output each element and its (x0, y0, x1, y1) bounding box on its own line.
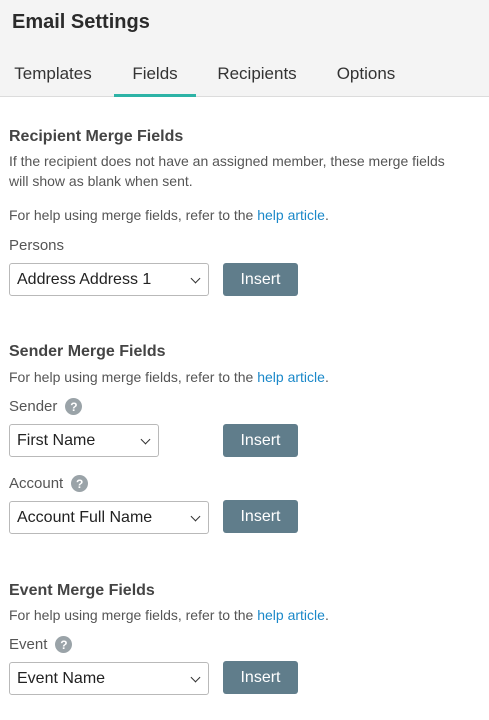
sender-section-title: Sender Merge Fields (9, 343, 166, 360)
persons-insert-button[interactable]: Insert (223, 263, 298, 296)
recipient-description: If the recipient does not have an assign… (9, 151, 479, 191)
account-label-text: Account (9, 475, 64, 492)
help-article-link[interactable]: help article (257, 369, 325, 385)
help-suffix: . (324, 369, 329, 385)
persons-label: Persons (9, 237, 64, 254)
sender-help-text: For help using merge fields, refer to th… (9, 367, 479, 387)
recipient-help-text: For help using merge fields, refer to th… (9, 205, 479, 225)
help-icon[interactable]: ? (55, 636, 73, 653)
chevron-down-icon (140, 434, 151, 445)
tab-recipients[interactable]: Recipients (210, 60, 304, 97)
sender-select-value: First Name (17, 432, 96, 449)
account-select-value: Account Full Name (17, 509, 153, 526)
event-label-text: Event (9, 636, 48, 653)
account-select[interactable]: Account Full Name (9, 501, 209, 534)
sender-label-text: Sender (9, 398, 58, 415)
help-prefix: For help using merge fields, refer to th… (9, 369, 258, 385)
tab-options[interactable]: Options (324, 60, 408, 97)
sender-label: Sender ? (9, 398, 83, 415)
event-help-text: For help using merge fields, refer to th… (9, 605, 479, 625)
account-label: Account ? (9, 475, 89, 492)
sender-select[interactable]: First Name (9, 424, 159, 457)
sender-insert-button[interactable]: Insert (223, 424, 298, 457)
event-select-value: Event Name (17, 670, 106, 687)
recipient-desc-line-1: If the recipient does not have an assign… (9, 153, 445, 169)
chevron-down-icon (190, 672, 201, 683)
chevron-down-icon (190, 511, 201, 522)
tab-fields[interactable]: Fields (114, 60, 196, 97)
help-article-link[interactable]: help article (257, 607, 325, 623)
page-title: Email Settings (12, 11, 150, 33)
recipient-section-title: Recipient Merge Fields (9, 128, 184, 145)
tab-bar: Templates Fields Recipients Options (0, 60, 489, 97)
help-icon[interactable]: ? (65, 398, 83, 415)
persons-label-text: Persons (9, 237, 65, 254)
event-select[interactable]: Event Name (9, 662, 209, 695)
settings-header: Email Settings Templates Fields Recipien… (0, 0, 489, 97)
help-article-link[interactable]: help article (257, 207, 325, 223)
chevron-down-icon (190, 273, 201, 284)
help-suffix: . (324, 207, 329, 223)
event-label: Event ? (9, 636, 73, 653)
persons-select-value: Address Address 1 (17, 271, 152, 288)
account-insert-button[interactable]: Insert (223, 500, 298, 533)
help-prefix: For help using merge fields, refer to th… (9, 207, 258, 223)
persons-select[interactable]: Address Address 1 (9, 263, 209, 296)
help-suffix: . (324, 607, 329, 623)
recipient-desc-line-2: will show as blank when sent. (9, 173, 193, 189)
tab-templates[interactable]: Templates (8, 60, 98, 97)
help-icon[interactable]: ? (71, 475, 89, 492)
event-section-title: Event Merge Fields (9, 582, 155, 599)
event-insert-button[interactable]: Insert (223, 661, 298, 694)
help-prefix: For help using merge fields, refer to th… (9, 607, 258, 623)
